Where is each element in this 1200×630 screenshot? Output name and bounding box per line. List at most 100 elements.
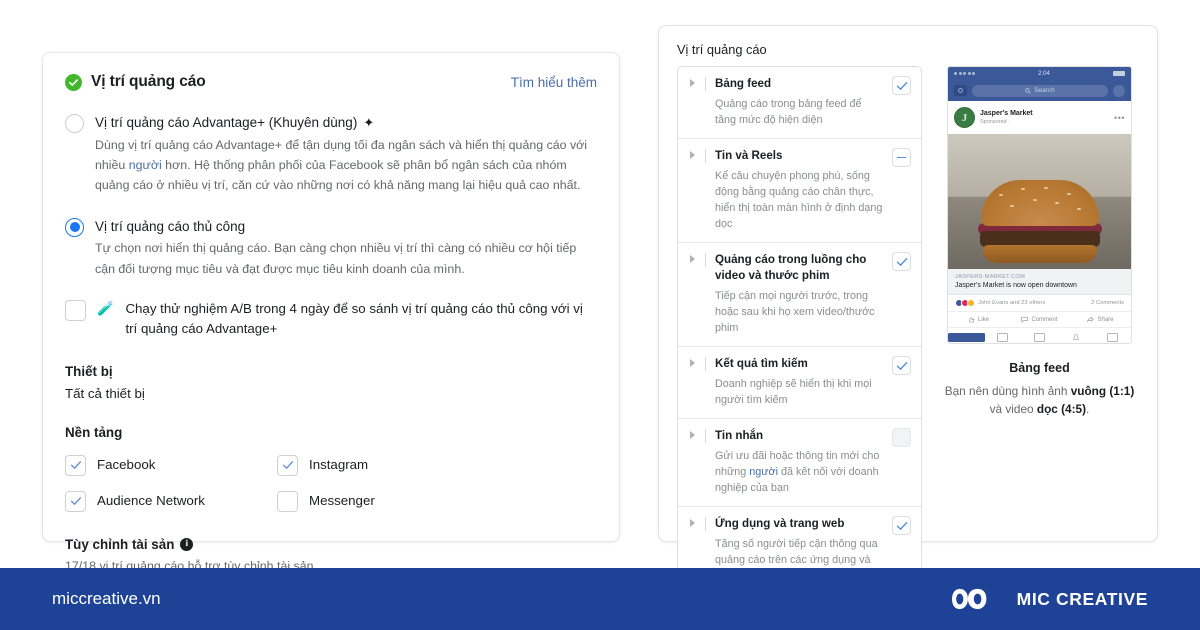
divider	[705, 149, 706, 164]
ad-preview-column: 2:04 Search J Jasper's Market Sponsored …	[940, 66, 1139, 596]
messenger-icon[interactable]	[1113, 84, 1125, 97]
platform-item-instagram[interactable]: Instagram	[277, 454, 597, 476]
like-button[interactable]: Like	[948, 316, 1009, 323]
placement-checkbox[interactable]	[892, 516, 911, 536]
checkbox-instagram[interactable]	[277, 454, 298, 476]
comment-button[interactable]: Comment	[1009, 316, 1070, 323]
sponsored-label: Sponsored ·	[980, 119, 1010, 126]
placement-name: Tin nhắn	[715, 429, 764, 443]
checkbox-audience-network[interactable]	[65, 490, 86, 512]
placement-desc: Gửi ưu đãi hoặc thông tin mới cho những …	[715, 448, 885, 497]
divider	[705, 517, 706, 532]
checkbox-messenger[interactable]	[277, 490, 298, 512]
option-advantage-plus-title-row: Vị trí quảng cáo Advantage+ (Khuyên dùng…	[95, 113, 597, 133]
placement-checkbox[interactable]	[892, 76, 911, 95]
website-label: miccreative.vn	[52, 589, 161, 608]
tab-menu[interactable]	[1094, 332, 1131, 342]
placement-checkbox[interactable]	[892, 252, 911, 272]
device-section-value: Tất cả thiết bị	[65, 385, 145, 401]
link-preview[interactable]: JASPERS-MARKET.COM Jasper's Market is no…	[948, 269, 1131, 295]
search-icon	[1025, 87, 1031, 94]
share-label: Share	[1097, 316, 1114, 323]
camera-icon[interactable]	[954, 85, 967, 96]
tab-notifications[interactable]	[1058, 332, 1095, 342]
desc-inline-link[interactable]: người	[129, 158, 162, 172]
platform-checkbox-grid: Facebook Instagram Audience Network Mess…	[65, 454, 597, 512]
caption-bold-1: vuông (1:1)	[1070, 384, 1135, 398]
list-item[interactable]: Kết quả tìm kiếm Doanh nghiệp sẽ hiển th…	[678, 347, 921, 420]
platform-item-audience-network[interactable]: Audience Network	[65, 490, 277, 512]
platform-label-messenger: Messenger	[309, 493, 375, 509]
search-input[interactable]: Search	[972, 84, 1108, 97]
placement-name: Bảng feed	[715, 77, 772, 90]
tab-news-feed[interactable]	[948, 332, 985, 342]
placement-checkbox-partial[interactable]	[892, 148, 911, 168]
ab-test-row[interactable]: 🧪 Chạy thử nghiệm A/B trong 4 ngày để so…	[65, 299, 597, 340]
radio-advantage-plus[interactable]	[65, 114, 84, 133]
desc-part-2: hơn. Hệ thống phân phối của Facebook sẽ …	[95, 157, 581, 192]
more-options-icon[interactable]: •••	[1114, 113, 1125, 123]
share-button[interactable]: Share	[1070, 316, 1131, 323]
right-panel-body: Bảng feed Quảng cáo trong bảng feed để t…	[677, 66, 1139, 596]
status-time: 2:04	[1038, 70, 1050, 77]
option-manual-title: Vị trí quảng cáo thủ công	[95, 218, 246, 234]
card-header: Vị trí quảng cáo Tìm hiểu thêm	[65, 73, 597, 91]
list-item[interactable]: Bảng feed Quảng cáo trong bảng feed để t…	[678, 67, 921, 140]
placement-body: Tin nhắn Gửi ưu đãi hoặc thông tin mới c…	[715, 428, 885, 496]
list-item[interactable]: Quảng cáo trong luồng cho video và thước…	[678, 243, 921, 348]
platform-item-messenger[interactable]: Messenger	[277, 490, 597, 512]
placement-body: Quảng cáo trong luồng cho video và thước…	[715, 252, 885, 336]
radio-manual-placements[interactable]	[65, 217, 84, 237]
bell-icon	[1072, 334, 1080, 340]
chevron-right-icon[interactable]	[686, 356, 698, 408]
placement-body: Kết quả tìm kiếm Doanh nghiệp sẽ hiển th…	[715, 356, 885, 408]
list-item[interactable]: Tin nhắn Gửi ưu đãi hoặc thông tin mới c…	[678, 419, 921, 508]
chevron-right-icon[interactable]	[686, 252, 698, 336]
search-placeholder: Search	[1034, 87, 1055, 94]
phone-status-bar: 2:04	[948, 67, 1131, 80]
info-icon[interactable]: i	[180, 537, 194, 551]
brand-block: MIC CREATIVE	[951, 584, 1148, 614]
placement-desc: Tiếp cận mọi người trước, trong hoặc sau…	[715, 289, 875, 335]
minus-icon	[897, 156, 906, 159]
option-manual-desc: Tự chọn nơi hiển thị quảng cáo. Bạn càng…	[95, 241, 577, 276]
signal-dots-icon	[954, 72, 975, 75]
ab-test-checkbox[interactable]	[65, 299, 86, 321]
chevron-right-icon[interactable]	[686, 428, 698, 496]
placement-desc-link[interactable]: người	[749, 466, 778, 478]
comments-count: 2 Comments	[1091, 300, 1124, 306]
tab-video[interactable]	[985, 332, 1022, 342]
post-header: J Jasper's Market Sponsored · •••	[948, 101, 1131, 134]
caption-bold-2: dọc (4:5)	[1036, 402, 1087, 417]
tab-marketplace[interactable]	[1021, 332, 1058, 342]
sparkle-icon: ✦	[363, 115, 375, 131]
card-header-left: Vị trí quảng cáo	[65, 73, 206, 91]
placement-checkbox-unchecked[interactable]	[892, 428, 911, 448]
divider	[705, 357, 706, 372]
option-manual-placements[interactable]: Vị trí quảng cáo thủ công Tự chọn nơi hi…	[65, 217, 597, 279]
caption-part-2: và video	[989, 402, 1037, 417]
link-domain: JASPERS-MARKET.COM	[955, 274, 1026, 280]
battery-icon	[1113, 71, 1125, 76]
haha-reaction-icon	[967, 299, 975, 307]
asset-customization-title: Tùy chỉnh tài sản	[65, 536, 175, 552]
post-author-block: Jasper's Market Sponsored ·	[980, 110, 1033, 125]
comment-bubble-icon	[1021, 316, 1029, 323]
placement-checkbox[interactable]	[892, 356, 911, 376]
page-title: Vị trí quảng cáo	[91, 73, 206, 90]
platform-label-audience-network: Audience Network	[97, 493, 205, 509]
post-actions-row: Like Comment Share	[948, 312, 1131, 328]
comment-label: Comment	[1031, 316, 1058, 323]
footer-bar: miccreative.vn MIC CREATIVE	[0, 568, 1200, 630]
option-advantage-plus[interactable]: Vị trí quảng cáo Advantage+ (Khuyên dùng…	[65, 113, 597, 195]
chevron-right-icon[interactable]	[686, 76, 698, 128]
checkbox-facebook[interactable]	[65, 454, 86, 476]
platform-item-facebook[interactable]: Facebook	[65, 454, 277, 476]
list-item[interactable]: Tin và Reels Kể câu chuyện phong phú, số…	[678, 139, 921, 244]
chevron-right-icon[interactable]	[686, 148, 698, 232]
placement-name: Quảng cáo trong luồng cho video và thước…	[715, 253, 867, 283]
green-check-circle-icon	[65, 73, 82, 91]
asset-customization-header: Tùy chỉnh tài sản i	[65, 537, 597, 552]
placement-desc: Quảng cáo trong bảng feed để tăng mức độ…	[715, 97, 862, 126]
learn-more-link[interactable]: Tìm hiểu thêm	[511, 75, 597, 90]
